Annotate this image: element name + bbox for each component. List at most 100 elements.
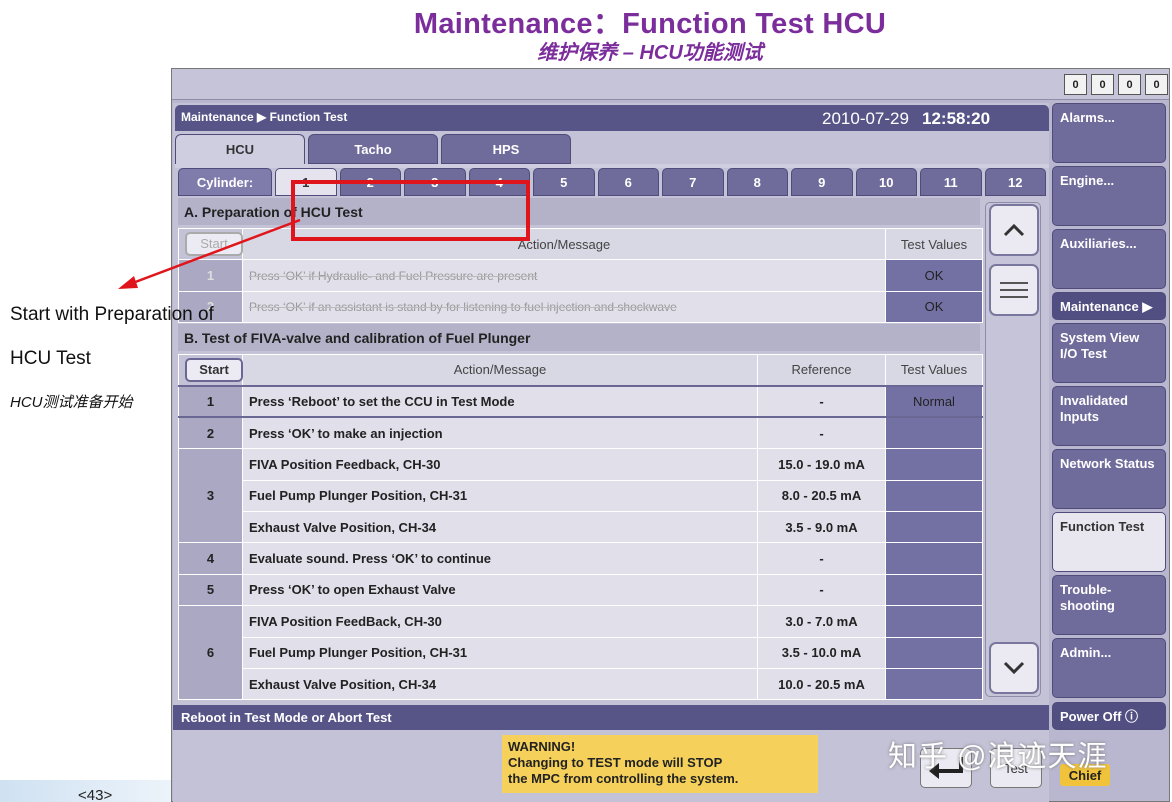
- warning-title: WARNING!: [508, 739, 576, 754]
- cylinder-tab-12[interactable]: 12: [984, 168, 1046, 196]
- table-row[interactable]: 1 Press ‘Reboot’ to set the CCU in Test …: [178, 384, 983, 419]
- power-off-button[interactable]: Power Off ⓘ: [1052, 702, 1166, 730]
- cylinder-tab-5[interactable]: 5: [533, 168, 595, 196]
- step-number: 4: [178, 542, 243, 575]
- section-b-title: B. Test of FIVA-valve and calibration of…: [178, 324, 980, 351]
- column-header-reference: Reference: [757, 353, 886, 387]
- scroll-down-button[interactable]: [989, 642, 1039, 694]
- sidebar-item-network-status[interactable]: Network Status: [1052, 449, 1166, 509]
- test-value: [885, 542, 983, 575]
- test-value: Normal: [885, 384, 983, 419]
- step-number: 1: [178, 384, 243, 419]
- sidebar-item-function-test[interactable]: Function Test: [1052, 512, 1166, 572]
- table-row: Exhaust Valve Position, CH-34 10.0 - 20.…: [179, 667, 983, 701]
- column-header-test-values: Test Values: [885, 353, 983, 387]
- step-action: Exhaust Valve Position, CH-34: [242, 510, 758, 544]
- reference-value: 8.0 - 20.5 mA: [757, 479, 886, 512]
- reference-value: 15.0 - 19.0 mA: [757, 448, 886, 481]
- step-action: Fuel Pump Plunger Position, CH-31: [242, 636, 758, 669]
- cylinder-tab-11[interactable]: 11: [920, 168, 982, 196]
- column-header-action: Action/Message: [242, 353, 758, 387]
- table-row: 3 FIVA Position Feedback, CH-30 15.0 - 1…: [178, 448, 983, 544]
- reference-value: 3.5 - 9.0 mA: [757, 510, 886, 544]
- step-number: 2: [178, 416, 243, 450]
- cylinder-tab-10[interactable]: 10: [855, 168, 917, 196]
- section-b-table: Start Action/Message Reference Test Valu…: [178, 353, 983, 701]
- sidebar-item-admin[interactable]: Admin...: [1052, 638, 1166, 698]
- tab-hps[interactable]: HPS: [441, 134, 571, 164]
- counter: 0: [1064, 74, 1087, 95]
- reference-value: -: [757, 384, 886, 419]
- slide-subtitle: 维护保养 – HCU功能测试: [537, 42, 763, 64]
- breadcrumb: Maintenance ▶ Function Test: [181, 110, 348, 124]
- reference-value: -: [757, 573, 886, 607]
- sidebar-item-invalidated-inputs[interactable]: Invalidated Inputs: [1052, 386, 1166, 446]
- scroll-thumb[interactable]: [989, 264, 1039, 316]
- reference-value: 3.0 - 7.0 mA: [757, 605, 886, 638]
- step-action: Fuel Pump Plunger Position, CH-31: [242, 479, 758, 512]
- table-row: Exhaust Valve Position, CH-34 3.5 - 9.0 …: [179, 510, 983, 544]
- table-row: 6 FIVA Position FeedBack, CH-30 3.0 - 7.…: [178, 605, 983, 701]
- step-action: Exhaust Valve Position, CH-34: [242, 667, 758, 701]
- step-action: Press ‘Reboot’ to set the CCU in Test Mo…: [242, 384, 758, 419]
- test-value: [885, 636, 983, 669]
- test-value: [885, 510, 983, 544]
- sidebar-item-auxiliaries[interactable]: Auxiliaries...: [1052, 229, 1166, 289]
- step-action: Evaluate sound. Press ‘OK’ to continue: [242, 542, 758, 575]
- grip-lines-icon: [1000, 282, 1028, 298]
- column-header-test-values: Test Values: [885, 227, 983, 261]
- page-number: <43>: [78, 787, 113, 802]
- alarm-counters: 0 0 0 0: [1064, 74, 1168, 95]
- step-action: Press ‘OK’ to make an injection: [242, 416, 758, 450]
- watermark-text: 知乎 @浪迹天涯: [888, 741, 1108, 773]
- annotation-line-2: HCU Test: [10, 348, 91, 369]
- step-action: FIVA Position FeedBack, CH-30: [242, 605, 758, 638]
- scroll-up-button[interactable]: [989, 204, 1039, 256]
- test-value: [885, 416, 983, 450]
- test-value: [885, 448, 983, 481]
- sidebar-item-troubleshooting[interactable]: Trouble-shooting: [1052, 575, 1166, 635]
- test-tabs: HCU Tacho HPS: [175, 134, 571, 164]
- table-row: Fuel Pump Plunger Position, CH-31 3.5 - …: [179, 636, 983, 669]
- step-action: Press ‘OK’ if an assistant is stand by f…: [242, 290, 886, 324]
- highlight-box: [291, 180, 530, 241]
- tab-hcu[interactable]: HCU: [175, 134, 305, 164]
- reference-value: 10.0 - 20.5 mA: [757, 667, 886, 701]
- sidebar-item-engine[interactable]: Engine...: [1052, 166, 1166, 226]
- warning-line-1: Changing to TEST mode will STOP: [508, 755, 723, 770]
- table-row: 4 Evaluate sound. Press ‘OK’ to continue…: [178, 542, 983, 575]
- test-value: OK: [885, 290, 983, 324]
- reference-value: -: [757, 416, 886, 450]
- step-action: Press ‘OK’ if Hydraulic- and Fuel Pressu…: [242, 259, 886, 292]
- step-number: 5: [178, 573, 243, 607]
- annotation-arrow-icon: [118, 218, 301, 289]
- test-value: [885, 605, 983, 638]
- counter: 0: [1091, 74, 1114, 95]
- sidebar-item-system-view[interactable]: System View I/O Test: [1052, 323, 1166, 383]
- cylinder-tab-6[interactable]: 6: [597, 168, 659, 196]
- step-number: 6: [178, 605, 243, 701]
- reference-value: -: [757, 542, 886, 575]
- cylinder-tab-7[interactable]: 7: [662, 168, 724, 196]
- test-value: OK: [885, 259, 983, 292]
- status-bar: Reboot in Test Mode or Abort Test: [173, 705, 1049, 730]
- sidebar-item-alarms[interactable]: Alarms...: [1052, 103, 1166, 163]
- table-row: Fuel Pump Plunger Position, CH-31 8.0 - …: [179, 479, 983, 512]
- test-value: [885, 573, 983, 607]
- reference-value: 3.5 - 10.0 mA: [757, 636, 886, 669]
- step-action: FIVA Position Feedback, CH-30: [242, 448, 758, 481]
- counter: 0: [1145, 74, 1168, 95]
- table-row: 2 Press ‘OK’ to make an injection -: [178, 416, 983, 450]
- cylinder-tab-8[interactable]: 8: [726, 168, 788, 196]
- warning-line-2: the MPC from controlling the system.: [508, 771, 739, 786]
- time-display: 12:58:20: [922, 109, 991, 128]
- counter: 0: [1118, 74, 1141, 95]
- cylinder-label: Cylinder:: [178, 168, 272, 196]
- tab-tacho[interactable]: Tacho: [308, 134, 438, 164]
- start-button-b[interactable]: Start: [185, 357, 243, 382]
- table-row: 2 Press ‘OK’ if an assistant is stand by…: [178, 290, 983, 324]
- test-value: [885, 667, 983, 701]
- cylinder-tab-9[interactable]: 9: [791, 168, 853, 196]
- sidebar-item-maintenance[interactable]: Maintenance ▶: [1052, 292, 1166, 320]
- chevron-down-icon: [1003, 661, 1025, 675]
